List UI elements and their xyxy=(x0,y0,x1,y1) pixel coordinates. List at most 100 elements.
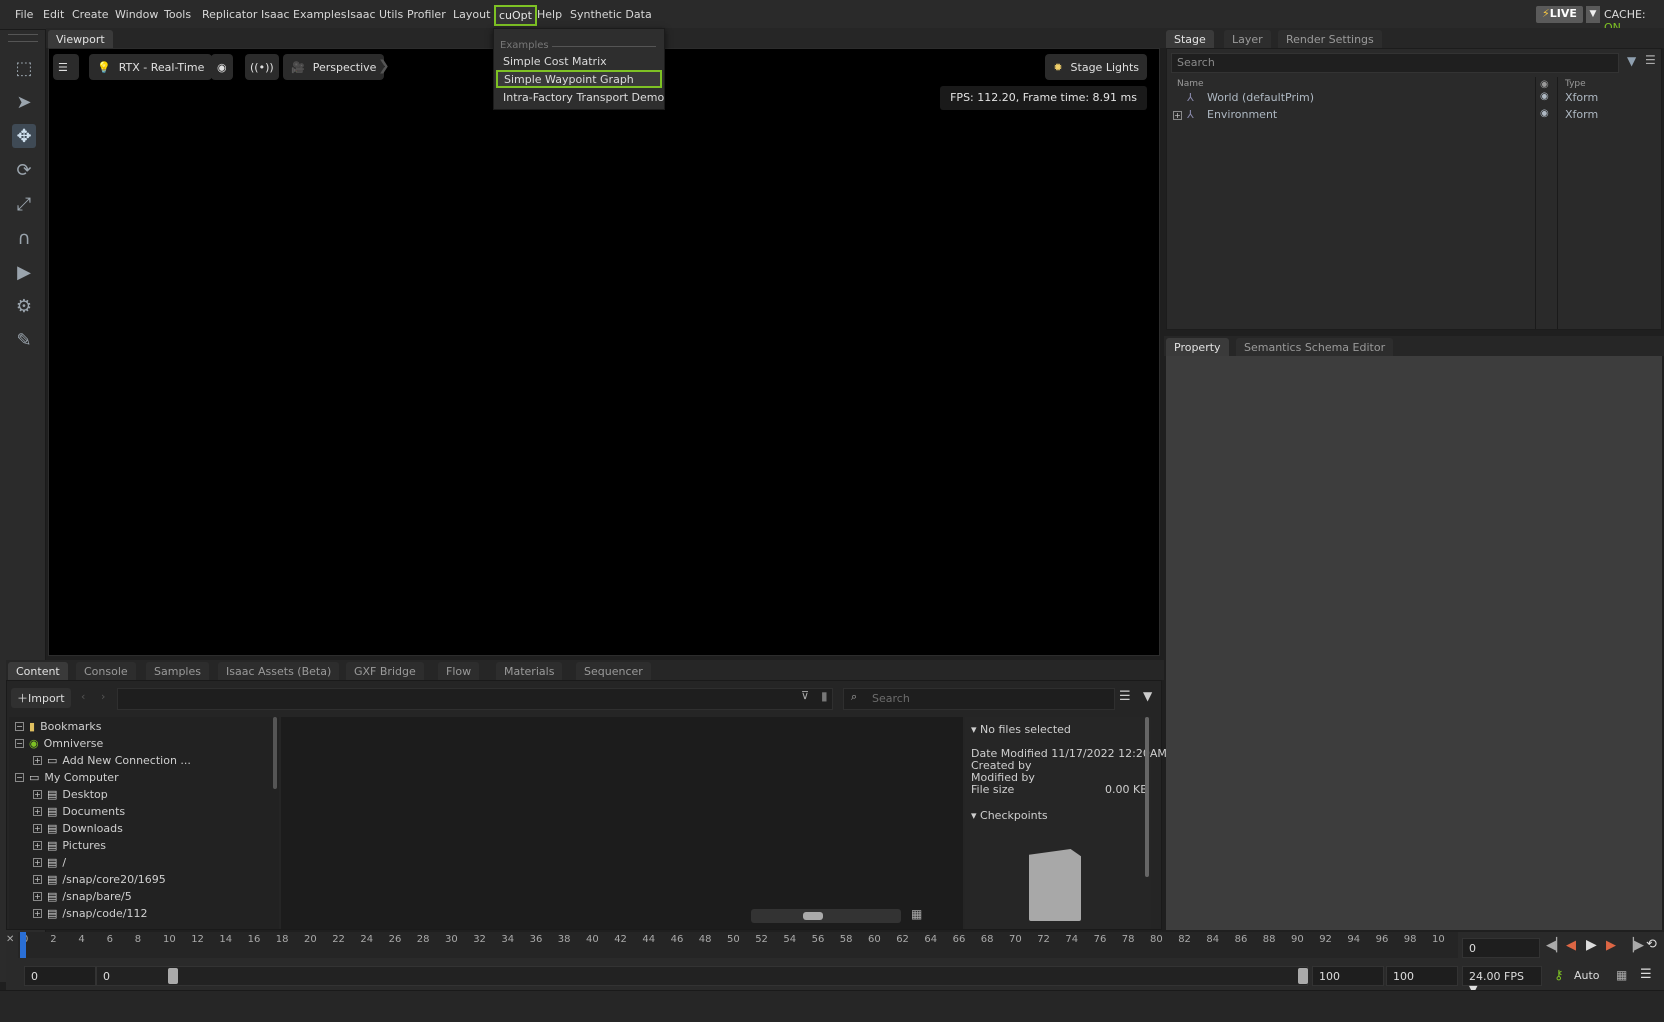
play-icon[interactable]: ▶ xyxy=(12,260,36,284)
collapse-toggle[interactable]: − xyxy=(15,773,24,782)
live-button[interactable]: ⚡LIVE xyxy=(1536,6,1583,23)
menu-isaac-examples[interactable]: Isaac Examples xyxy=(261,8,346,21)
list-view-icon[interactable]: ☰ xyxy=(1119,689,1131,704)
menu-synthetic-data[interactable]: Synthetic Data xyxy=(570,8,652,21)
tab-stage[interactable]: Stage xyxy=(1166,30,1214,48)
expand-toggle[interactable]: + xyxy=(1173,111,1182,120)
collapse-toggle[interactable]: − xyxy=(15,722,24,731)
paint-brush-icon[interactable]: ✎ xyxy=(12,328,36,352)
expand-toggle[interactable]: + xyxy=(33,841,42,850)
range-start-handle[interactable] xyxy=(168,968,178,984)
tree-item-add-connection[interactable]: + ▭ Add New Connection ... xyxy=(33,752,191,769)
viewport[interactable]: ☰ 💡 RTX - Real-Time ◉ ((•)) 🎥 Perspective … xyxy=(48,48,1160,656)
loop-icon[interactable]: ⟲ xyxy=(1646,937,1657,952)
column-header-name[interactable]: Name xyxy=(1177,79,1204,89)
range-slider[interactable]: 0 xyxy=(96,966,1308,986)
renderer-button[interactable]: 💡 RTX - Real-Time xyxy=(89,54,213,80)
expand-toggle[interactable]: + xyxy=(33,909,42,918)
tab-content[interactable]: Content xyxy=(8,662,68,680)
stage-search-input[interactable]: Search xyxy=(1171,53,1619,73)
expand-toggle[interactable]: + xyxy=(33,875,42,884)
live-dropdown-button[interactable]: ▼ xyxy=(1586,6,1600,23)
menu-cuopt[interactable]: cuOpt xyxy=(494,5,537,26)
expand-toggle[interactable]: + xyxy=(33,756,42,765)
stage-row-environment[interactable]: + ⅄ Environment ◉ Xform xyxy=(1167,108,1661,126)
tab-sequencer[interactable]: Sequencer xyxy=(576,662,651,680)
tree-item-root[interactable]: + ▤ / xyxy=(33,854,66,871)
tree-item-downloads[interactable]: + ▤ Downloads xyxy=(33,820,123,837)
expand-toggle[interactable]: + xyxy=(33,858,42,867)
select-arrow-icon[interactable]: ➤ xyxy=(12,90,36,114)
timeline-ruler[interactable]: 0246810121416182022242628303234363840424… xyxy=(18,932,1458,958)
menu-layout[interactable]: Layout xyxy=(453,8,490,21)
viewport-settings-button[interactable]: ☰ xyxy=(53,54,79,80)
eye-icon[interactable]: ◉ xyxy=(1540,91,1549,102)
go-start-icon[interactable]: ◀ xyxy=(1566,938,1576,953)
expand-toggle[interactable]: + xyxy=(33,807,42,816)
tab-semantics-schema-editor[interactable]: Semantics Schema Editor xyxy=(1236,338,1394,356)
back-arrow-icon[interactable]: ‹ xyxy=(81,690,85,703)
snap-magnet-icon[interactable]: ∩ xyxy=(12,226,36,250)
scale-icon[interactable]: ⤢ xyxy=(12,192,36,216)
tab-render-settings[interactable]: Render Settings xyxy=(1278,30,1382,48)
path-dropdown-icon[interactable]: ⊽ xyxy=(801,689,809,702)
menu-item-simple-cost-matrix[interactable]: Simple Cost Matrix xyxy=(496,53,662,71)
auto-key-button[interactable]: Auto xyxy=(1574,969,1600,982)
step-forward-icon[interactable]: ▕▶ xyxy=(1624,938,1644,953)
tree-scrollbar[interactable] xyxy=(273,717,277,789)
tree-item-snap-code[interactable]: + ▤ /snap/code/112 xyxy=(33,905,147,922)
content-search-input[interactable]: Search xyxy=(843,688,1115,710)
fps-dropdown[interactable]: 24.00 FPS ▼ xyxy=(1462,966,1542,996)
clapper-icon[interactable]: ▦ xyxy=(1616,968,1627,982)
menu-icon[interactable]: ☰ xyxy=(1640,967,1652,982)
tab-viewport[interactable]: Viewport xyxy=(48,30,113,48)
menu-item-simple-waypoint-graph[interactable]: Simple Waypoint Graph xyxy=(496,70,662,88)
menu-edit[interactable]: Edit xyxy=(43,8,64,21)
filter-icon[interactable]: ▼ xyxy=(1143,689,1152,703)
go-end-icon[interactable]: ▶ xyxy=(1606,938,1616,953)
info-scrollbar[interactable] xyxy=(1145,717,1149,877)
tree-item-desktop[interactable]: + ▤ Desktop xyxy=(33,786,108,803)
current-frame-field[interactable]: 0 xyxy=(1462,938,1540,958)
step-back-icon[interactable]: ◀▏ xyxy=(1546,938,1566,953)
tab-property[interactable]: Property xyxy=(1166,338,1229,356)
tab-isaac-assets[interactable]: Isaac Assets (Beta) xyxy=(218,662,340,680)
menu-help[interactable]: Help xyxy=(537,8,562,21)
key-icon[interactable]: ⚷ xyxy=(1554,968,1564,983)
bookmark-icon[interactable]: ▮ xyxy=(821,689,828,703)
path-input[interactable] xyxy=(117,688,833,710)
tree-item-my-computer[interactable]: − ▭ My Computer xyxy=(15,769,119,786)
column-header-type[interactable]: Type xyxy=(1565,79,1586,89)
tab-materials[interactable]: Materials xyxy=(496,662,563,680)
close-icon[interactable]: ✕ xyxy=(6,934,14,945)
end-time-field-2[interactable]: 100 xyxy=(1386,966,1458,986)
move-icon[interactable]: ✥ xyxy=(12,124,36,148)
camera-button[interactable]: 🎥 Perspective xyxy=(283,54,385,80)
grid-view-icon[interactable]: ▦ xyxy=(911,907,922,921)
menu-replicator[interactable]: Replicator xyxy=(202,8,257,21)
options-menu-icon[interactable]: ☰ xyxy=(1645,53,1656,67)
end-time-field[interactable]: 100 xyxy=(1312,966,1384,986)
tree-item-snap-core20[interactable]: + ▤ /snap/core20/1695 xyxy=(33,871,166,888)
play-icon[interactable]: ▶ xyxy=(1586,937,1597,953)
select-mode-icon[interactable]: ⬚ xyxy=(12,56,36,80)
thumbnail-size-slider[interactable] xyxy=(751,909,901,923)
no-files-header[interactable]: ▾ No files selected xyxy=(971,723,1071,736)
tab-gxf-bridge[interactable]: GXF Bridge xyxy=(346,662,424,680)
streaming-button[interactable]: ((•)) xyxy=(245,54,279,80)
menu-isaac-utils[interactable]: Isaac Utils xyxy=(347,8,403,21)
menu-item-intra-factory-transport-demo[interactable]: Intra-Factory Transport Demo xyxy=(496,89,664,107)
expand-toggle[interactable]: + xyxy=(33,824,42,833)
eye-icon[interactable]: ◉ xyxy=(1540,108,1549,119)
expand-chevron-icon[interactable]: ❯ xyxy=(378,58,390,74)
menu-profiler[interactable]: Profiler xyxy=(407,8,446,21)
rotate-icon[interactable]: ⟳ xyxy=(12,158,36,182)
collapse-toggle[interactable]: − xyxy=(15,739,24,748)
physics-icon[interactable]: ⚙ xyxy=(12,294,36,318)
tree-item-pictures[interactable]: + ▤ Pictures xyxy=(33,837,106,854)
stage-row-world[interactable]: ⅄ World (defaultPrim) ◉ Xform xyxy=(1167,91,1661,109)
tab-samples[interactable]: Samples xyxy=(146,662,209,680)
import-button[interactable]: ＋Import xyxy=(11,688,71,708)
tree-item-bookmarks[interactable]: − ▮ Bookmarks xyxy=(15,718,102,735)
tree-item-omniverse[interactable]: − ◉ Omniverse xyxy=(15,735,103,752)
